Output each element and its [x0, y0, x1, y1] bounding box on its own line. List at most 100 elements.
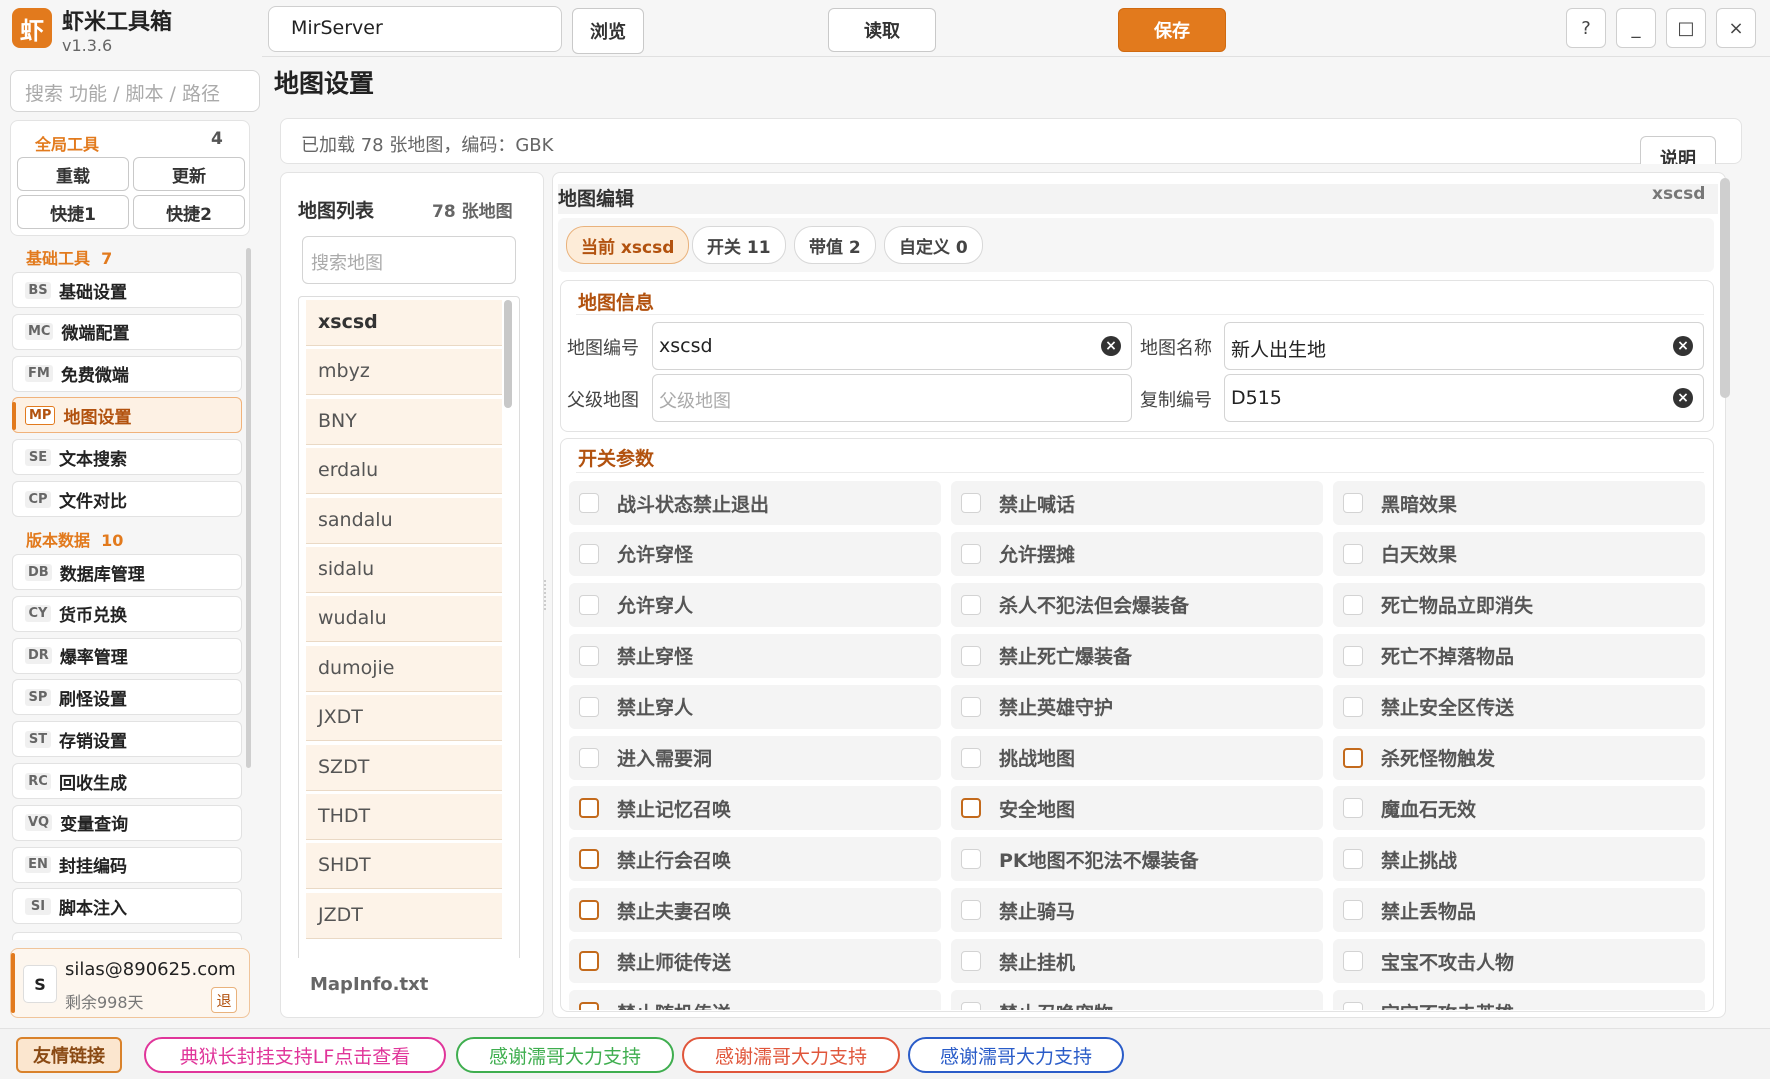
minimize-button[interactable]: _: [1616, 8, 1656, 48]
checkbox[interactable]: [961, 951, 981, 972]
map-name-input[interactable]: 新人出生地: [1224, 322, 1704, 370]
tab-3[interactable]: 自定义 0: [884, 226, 983, 264]
switch-option[interactable]: 宝宝不攻击人物: [1333, 939, 1705, 984]
checkbox[interactable]: [579, 645, 599, 666]
checkbox[interactable]: [1343, 1002, 1363, 1010]
update-button[interactable]: 更新: [133, 157, 245, 191]
map-list-scrollbar[interactable]: [504, 300, 512, 408]
switch-option[interactable]: 白天效果: [1333, 531, 1705, 576]
switch-option[interactable]: 禁止穿怪: [569, 633, 941, 678]
switch-option[interactable]: 禁止随机传送: [569, 990, 941, 1010]
footer-link[interactable]: 感谢濡哥大力支持: [908, 1037, 1124, 1073]
close-button[interactable]: ×: [1716, 8, 1756, 48]
checkbox[interactable]: [1343, 798, 1363, 819]
sidebar-item-mc[interactable]: MC 微端配置: [12, 313, 242, 350]
checkbox[interactable]: [961, 798, 981, 819]
map-list-item[interactable]: JXDT: [306, 695, 502, 742]
sidebar-item-vq[interactable]: VQ 变量查询: [12, 804, 242, 841]
switch-option[interactable]: 安全地图: [951, 786, 1323, 831]
switch-option[interactable]: 杀死怪物触发: [1333, 735, 1705, 780]
shortcut2-button[interactable]: 快捷2: [133, 195, 245, 229]
tab-1[interactable]: 开关 11: [692, 226, 786, 264]
switch-option[interactable]: 禁止夫妻召唤: [569, 888, 941, 933]
map-search-input[interactable]: 搜索地图: [302, 236, 516, 284]
switch-option[interactable]: 禁止死亡爆装备: [951, 633, 1323, 678]
switch-option[interactable]: 黑暗效果: [1333, 481, 1705, 525]
clear-map-name-icon[interactable]: ×: [1673, 336, 1693, 356]
sidebar-item-cp[interactable]: CP 文件对比: [12, 481, 242, 517]
sidebar-item-fm[interactable]: FM 免费微端: [12, 355, 242, 392]
checkbox[interactable]: [961, 594, 981, 615]
switch-option[interactable]: 禁止挂机: [951, 939, 1323, 984]
logout-button[interactable]: 退: [211, 987, 237, 1013]
checkbox[interactable]: [961, 849, 981, 870]
explain-button[interactable]: 说明: [1640, 136, 1716, 164]
map-list-item[interactable]: wudalu: [306, 596, 502, 643]
map-list-item[interactable]: sandalu: [306, 497, 502, 544]
checkbox[interactable]: [961, 543, 981, 564]
checkbox[interactable]: [579, 900, 599, 921]
switch-option[interactable]: 禁止行会召唤: [569, 837, 941, 882]
function-search-input[interactable]: 搜索 功能 / 脚本 / 路径: [10, 70, 260, 112]
switch-option[interactable]: 禁止师徒传送: [569, 939, 941, 984]
checkbox[interactable]: [961, 645, 981, 666]
sidebar-item-st[interactable]: ST 存销设置: [12, 721, 242, 758]
map-list-item[interactable]: mbyz: [306, 349, 502, 396]
switch-option[interactable]: 宝宝不攻击英雄: [1333, 990, 1705, 1010]
map-list-item[interactable]: JZDT: [306, 892, 502, 939]
checkbox[interactable]: [579, 594, 599, 615]
sidebar-item-db[interactable]: DB 数据库管理: [12, 554, 242, 590]
checkbox[interactable]: [1343, 900, 1363, 921]
sidebar-item-bs[interactable]: BS 基础设置: [12, 272, 242, 308]
map-list-item[interactable]: BNY: [306, 398, 502, 445]
tab-2[interactable]: 带值 2: [794, 226, 876, 264]
server-path-input[interactable]: MirServer: [268, 6, 562, 52]
switch-option[interactable]: 允许穿人: [569, 582, 941, 627]
editor-scrollbar[interactable]: [1720, 178, 1730, 398]
checkbox[interactable]: [579, 696, 599, 717]
map-id-input[interactable]: xscsd: [652, 322, 1132, 370]
switch-option[interactable]: 挑战地图: [951, 735, 1323, 780]
switch-option[interactable]: 死亡物品立即消失: [1333, 582, 1705, 627]
read-button[interactable]: 读取: [828, 8, 936, 52]
sidebar-item-mp[interactable]: MP 地图设置: [12, 397, 242, 434]
footer-link[interactable]: 感谢濡哥大力支持: [682, 1037, 900, 1073]
checkbox[interactable]: [1343, 645, 1363, 666]
switch-option[interactable]: 禁止骑马: [951, 888, 1323, 933]
checkbox[interactable]: [1343, 543, 1363, 564]
switch-option[interactable]: 进入需要洞: [569, 735, 941, 780]
switch-option[interactable]: PK地图不犯法不爆装备: [951, 837, 1323, 882]
copy-id-input[interactable]: D515: [1224, 374, 1704, 422]
checkbox[interactable]: [1343, 747, 1363, 768]
switch-option[interactable]: 禁止穿人: [569, 684, 941, 729]
sidebar-item-dr[interactable]: DR 爆率管理: [12, 637, 242, 674]
sidebar-item-cy[interactable]: CY 货币兑换: [12, 595, 242, 632]
map-list-item[interactable]: SHDT: [306, 843, 502, 890]
shortcut1-button[interactable]: 快捷1: [17, 195, 129, 229]
friend-links-label[interactable]: 友情链接: [16, 1037, 122, 1073]
switch-option[interactable]: 禁止英雄守护: [951, 684, 1323, 729]
checkbox[interactable]: [1343, 951, 1363, 972]
checkbox[interactable]: [579, 1002, 599, 1010]
clear-map-id-icon[interactable]: ×: [1101, 336, 1121, 356]
browse-button[interactable]: 浏览: [572, 8, 644, 54]
footer-link[interactable]: 典狱长封挂支持LF点击查看: [144, 1037, 446, 1073]
switch-option[interactable]: 禁止安全区传送: [1333, 684, 1705, 729]
checkbox[interactable]: [579, 951, 599, 972]
checkbox[interactable]: [579, 798, 599, 819]
checkbox[interactable]: [961, 493, 981, 513]
switch-option[interactable]: 战斗状态禁止退出: [569, 481, 941, 525]
reload-button[interactable]: 重载: [17, 157, 129, 191]
map-list-item[interactable]: SZDT: [306, 744, 502, 791]
checkbox[interactable]: [1343, 696, 1363, 717]
checkbox[interactable]: [579, 493, 599, 513]
checkbox[interactable]: [579, 543, 599, 564]
switch-option[interactable]: 禁止记忆召唤: [569, 786, 941, 831]
help-button[interactable]: ?: [1566, 8, 1606, 48]
switch-option[interactable]: 禁止喊话: [951, 481, 1323, 525]
switch-option[interactable]: 禁止召唤宠物: [951, 990, 1323, 1010]
map-list-item[interactable]: xscsd: [306, 300, 502, 346]
switch-option[interactable]: 允许穿怪: [569, 531, 941, 576]
checkbox[interactable]: [961, 696, 981, 717]
map-list-item[interactable]: THDT: [306, 794, 502, 840]
